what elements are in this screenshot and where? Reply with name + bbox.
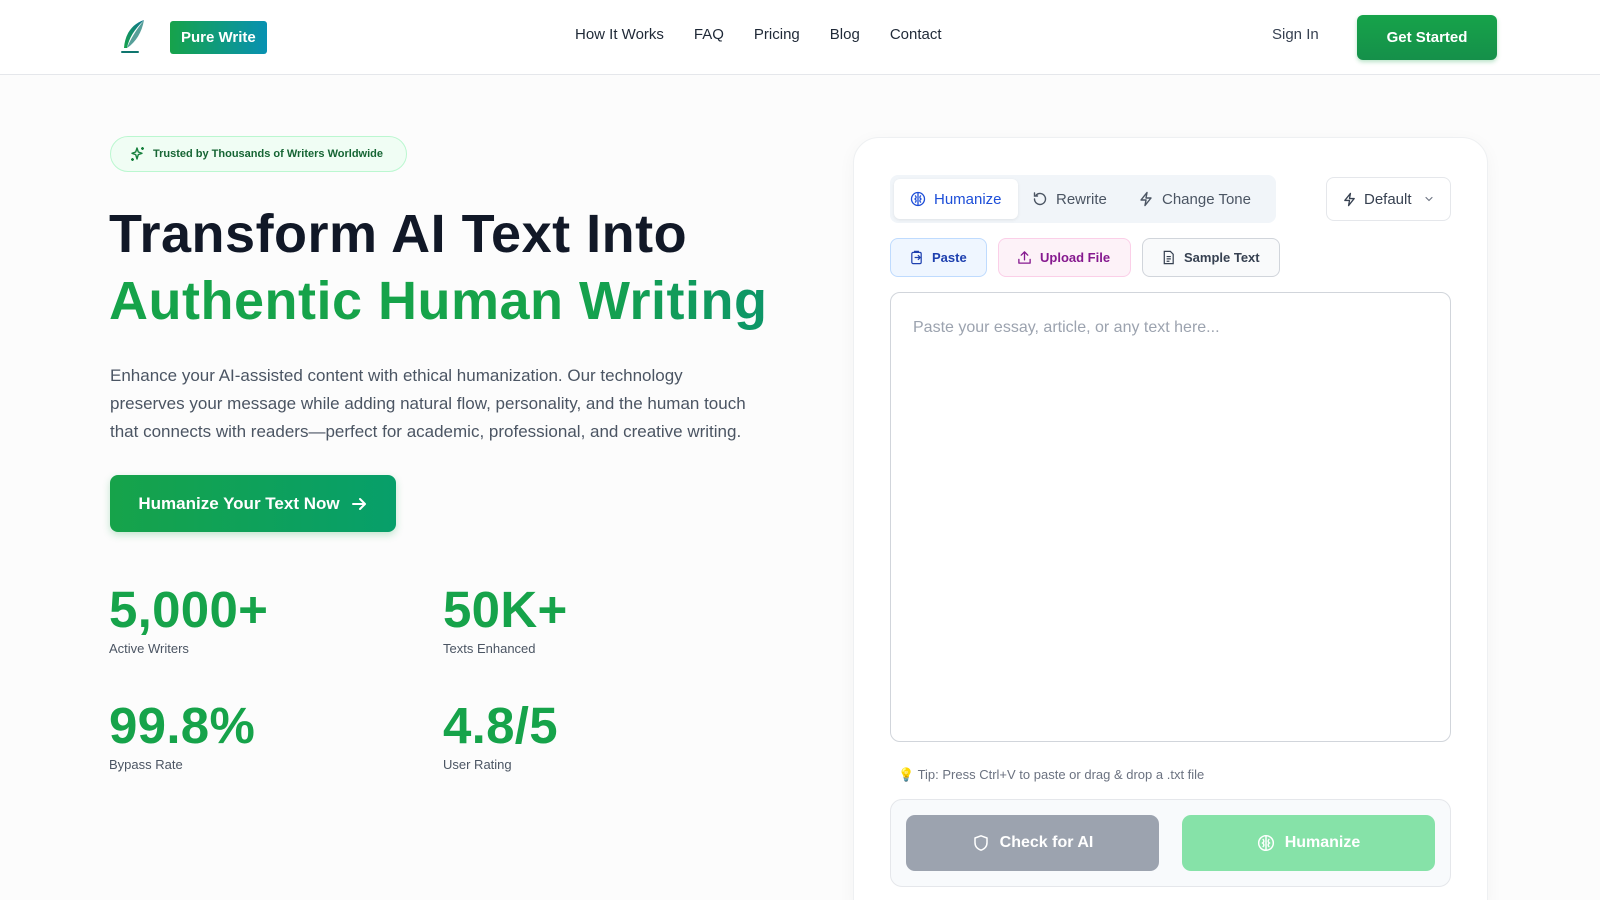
stat-label: Active Writers (109, 641, 189, 656)
tab-humanize-label: Humanize (934, 190, 1002, 208)
trusted-badge-text: Trusted by Thousands of Writers Worldwid… (153, 148, 384, 160)
sign-in-link[interactable]: Sign In (1272, 26, 1319, 43)
hero-description: Enhance your AI-assisted content with et… (110, 366, 746, 441)
upload-file-label: Upload File (1040, 250, 1111, 265)
stat-bypass-rate: 99.8% Bypass Rate (109, 696, 255, 772)
humanize-button[interactable]: Humanize (1182, 815, 1435, 871)
upload-file-button[interactable]: Upload File (998, 238, 1131, 277)
tab-rewrite-label: Rewrite (1056, 190, 1107, 208)
tip-text: 💡 Tip: Press Ctrl+V to paste or drag & d… (898, 767, 1205, 782)
stat-value: 4.8/5 (443, 697, 558, 754)
tone-select[interactable]: Default (1326, 177, 1451, 221)
stat-label: Bypass Rate (109, 757, 183, 772)
tab-humanize[interactable]: Humanize (894, 179, 1018, 219)
stat-value: 50K+ (443, 581, 568, 638)
brain-icon (1257, 834, 1274, 852)
stat-user-rating: 4.8/5 User Rating (443, 696, 558, 772)
cta-label: Humanize Your Text Now (138, 493, 340, 513)
check-for-ai-label: Check for AI (999, 834, 1094, 851)
sample-text-label: Sample Text (1184, 250, 1260, 265)
text-editor (890, 292, 1451, 742)
file-text-icon (1163, 250, 1174, 265)
rotate-ccw-icon (1033, 192, 1047, 206)
humanize-label: Humanize (1284, 834, 1361, 851)
sample-text-button[interactable]: Sample Text (1142, 238, 1280, 277)
upload-icon (1018, 251, 1031, 264)
stat-label: Texts Enhanced (443, 641, 536, 656)
feather-logo-icon[interactable] (118, 18, 148, 56)
brand-logo[interactable]: Pure Write (170, 21, 267, 54)
main-nav: How It Works FAQ Pricing Blog Contact (575, 26, 942, 43)
tab-change-tone[interactable]: Change Tone (1122, 179, 1267, 219)
nav-link-blog[interactable]: Blog (830, 26, 860, 43)
paste-label: Paste (932, 250, 967, 265)
tab-change-tone-label: Change Tone (1162, 190, 1251, 208)
stat-label: User Rating (443, 757, 512, 772)
stat-texts-enhanced: 50K+ Texts Enhanced (443, 580, 568, 656)
clipboard-icon (911, 250, 922, 265)
hero-title-line2: Authentic Human Writing (109, 271, 768, 331)
tone-select-value: Default (1364, 190, 1412, 208)
top-navbar: Pure Write How It Works FAQ Pricing Blog… (0, 0, 1600, 75)
input-textarea[interactable] (891, 293, 1450, 741)
tab-rewrite[interactable]: Rewrite (1016, 179, 1123, 219)
nav-link-pricing[interactable]: Pricing (754, 26, 800, 43)
stat-active-writers: 5,000+ Active Writers (109, 580, 268, 656)
get-started-button[interactable]: Get Started (1357, 15, 1497, 60)
hero-title-line1: Transform AI Text Into (109, 204, 688, 264)
chevron-down-icon (1424, 196, 1433, 202)
mode-tabs: Humanize Rewrite Change Tone (890, 175, 1276, 223)
zap-icon (1140, 191, 1152, 207)
nav-link-how-it-works[interactable]: How It Works (575, 26, 664, 43)
humanize-your-text-now-button[interactable]: Humanize Your Text Now (110, 475, 396, 532)
sparkles-icon (131, 147, 144, 161)
arrow-right-icon (351, 497, 366, 510)
nav-link-contact[interactable]: Contact (890, 26, 942, 43)
paste-button[interactable]: Paste (890, 238, 987, 277)
brain-icon (910, 191, 926, 207)
zap-icon (1344, 192, 1355, 206)
stat-value: 5,000+ (109, 581, 269, 638)
stat-value: 99.8% (109, 697, 256, 754)
check-for-ai-button[interactable]: Check for AI (906, 815, 1159, 871)
shield-icon (973, 835, 988, 851)
trusted-badge: Trusted by Thousands of Writers Worldwid… (110, 136, 407, 172)
nav-link-faq[interactable]: FAQ (694, 26, 724, 43)
